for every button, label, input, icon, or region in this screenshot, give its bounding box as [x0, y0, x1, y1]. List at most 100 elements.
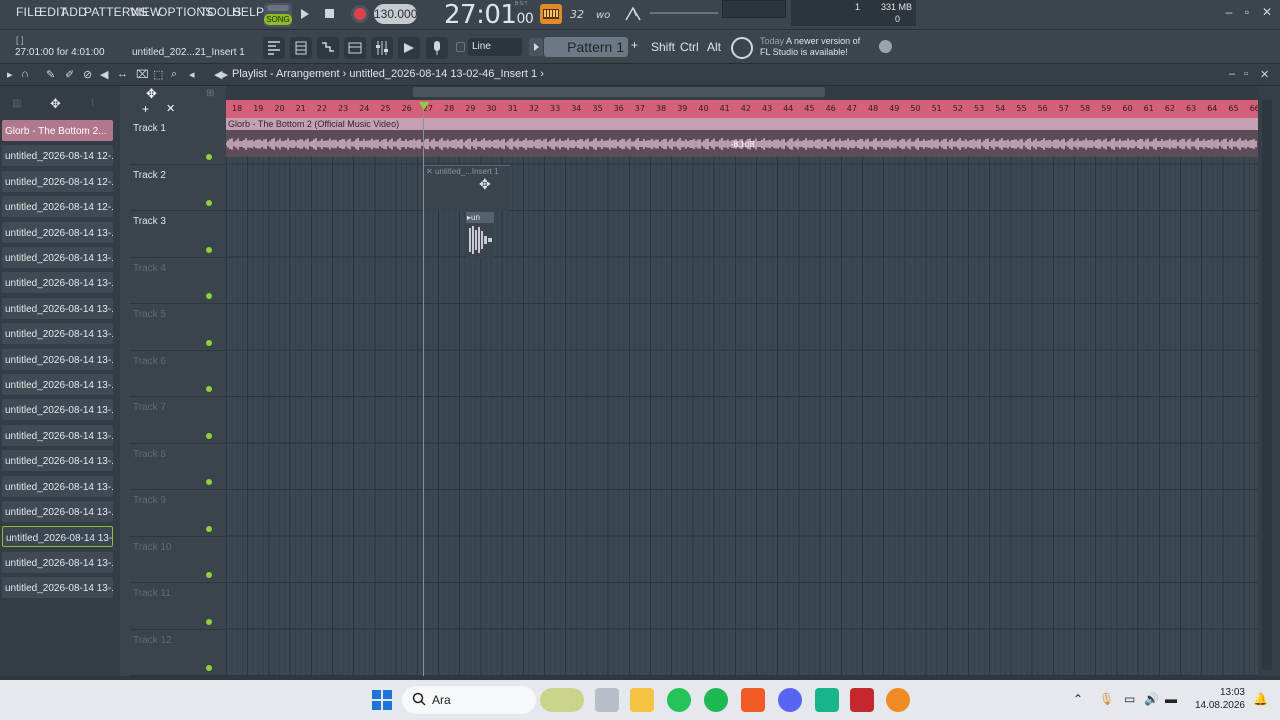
wait-for-input-icon[interactable]: wo	[594, 4, 616, 24]
stop-icon[interactable]	[325, 9, 334, 18]
whatsapp-icon[interactable]	[667, 688, 691, 712]
draw-tool-icon[interactable]: ✎	[46, 68, 55, 81]
minimize-icon[interactable]: –	[1220, 4, 1238, 20]
track-header[interactable]: Track 9	[130, 490, 226, 537]
menu-view[interactable]: VIEW	[130, 5, 161, 19]
add-track-icon[interactable]: +	[142, 102, 149, 116]
playlist-maximize-icon[interactable]: ▫	[1244, 68, 1248, 80]
horizontal-scroll-thumb[interactable]	[413, 87, 825, 97]
spotify-icon[interactable]	[704, 688, 728, 712]
track-header[interactable]: Track 6	[130, 351, 226, 397]
taskbar-search[interactable]: Ara	[402, 686, 584, 714]
clip-picker-item[interactable]: untitled_2026-08-14 13-...	[2, 475, 113, 497]
track-size-icon[interactable]: ⊞	[206, 88, 214, 99]
vertical-scroll-thumb[interactable]	[1262, 100, 1272, 670]
clip-picker-item[interactable]: untitled_2026-08-14 13-...	[2, 551, 113, 573]
record-button[interactable]	[349, 3, 371, 25]
track-mute-led[interactable]	[206, 153, 212, 160]
clip-picker-item[interactable]: untitled_2026-08-14 13-...	[2, 272, 113, 294]
play-arrow-icon[interactable]: ▸	[7, 68, 13, 81]
track-mute-led[interactable]	[206, 525, 212, 532]
track-header[interactable]: Track 1	[130, 118, 226, 165]
clip-picker-item[interactable]: untitled_2026-08-14 12-...	[2, 170, 113, 192]
track-tools-icon[interactable]: ✥	[146, 86, 157, 102]
clip-picker-item[interactable]: untitled_2026-08-14 13-...	[2, 247, 113, 268]
plugin-database-icon[interactable]	[398, 37, 420, 59]
playback-tool-icon[interactable]: ◂	[189, 68, 195, 81]
remove-track-icon[interactable]: ✕	[166, 102, 175, 115]
tray-overflow-icon[interactable]: ⌃	[1073, 692, 1083, 706]
taskbar-clock[interactable]: 13:03 14.08.2026	[1190, 686, 1245, 712]
track-header[interactable]: Track 3	[130, 211, 226, 258]
track-header[interactable]: Track 11	[130, 583, 226, 630]
track-header[interactable]: Track 8	[130, 444, 226, 490]
close-icon[interactable]: ✕	[1258, 4, 1276, 20]
track-header[interactable]: Track 12	[130, 630, 226, 676]
volume-icon[interactable]: 🔊	[1144, 692, 1159, 706]
magnet-icon[interactable]: ∩	[21, 68, 29, 80]
clip-picker-item[interactable]: untitled_2026-08-14 13-...	[2, 424, 113, 446]
step-edit-icon[interactable]: 32	[567, 4, 589, 24]
metronome-icon[interactable]	[622, 4, 644, 24]
task-view-icon[interactable]	[595, 688, 619, 712]
slip-tool-icon[interactable]: ↔	[117, 68, 128, 80]
news-icon[interactable]	[731, 37, 753, 59]
battery-icon[interactable]: ▬	[1165, 692, 1177, 706]
browser-icon[interactable]	[344, 37, 366, 59]
track-header[interactable]: Track 10	[130, 537, 226, 583]
brave-browser-icon[interactable]	[741, 688, 765, 712]
track-mute-led[interactable]	[206, 246, 212, 253]
playlist-minimize-icon[interactable]: –	[1229, 68, 1235, 80]
track-header[interactable]: Track 5	[130, 304, 226, 351]
tempo-display[interactable]: 130.000	[374, 4, 417, 24]
ctrl-key-button[interactable]: Ctrl	[680, 40, 699, 54]
app-icon[interactable]	[815, 688, 839, 712]
clip-picker-item[interactable]: untitled_2026-08-14 12-...	[2, 196, 113, 218]
clip-picker-item[interactable]: untitled_2026-08-14 13-...	[2, 450, 113, 472]
clip-picker-item[interactable]: untitled_2026-08-14 12-...	[2, 145, 113, 167]
pattern-song-toggle[interactable]: SONG	[264, 3, 292, 27]
clip-picker-item[interactable]: untitled_2026-08-14 13-...	[2, 221, 113, 243]
clip-picker-item[interactable]: untitled_2026-08-14 13-...	[2, 399, 113, 421]
track-mute-led[interactable]	[206, 200, 212, 206]
update-notice[interactable]: Today A newer version of FL Studio is av…	[760, 36, 860, 58]
pattern-selector[interactable]: Pattern 1	[544, 37, 628, 57]
add-pattern-button[interactable]: +	[631, 38, 638, 52]
clip-picker-item[interactable]: untitled_2026-08-14 13-...	[2, 348, 113, 370]
playlist-menu-arrow-icon[interactable]: ◀▸	[214, 68, 228, 81]
picker-brush-icon[interactable]: ⌇	[90, 98, 95, 109]
piano-roll-icon[interactable]	[317, 37, 339, 59]
track-mute-led[interactable]	[206, 432, 212, 439]
track-mute-led[interactable]	[206, 293, 212, 299]
channel-rack-icon[interactable]	[290, 37, 312, 59]
network-icon[interactable]: ▭	[1124, 692, 1135, 706]
globe-icon[interactable]	[879, 40, 892, 53]
maximize-icon[interactable]: ▫	[1238, 4, 1256, 20]
shift-key-button[interactable]: Shift	[651, 40, 675, 54]
track-mute-led[interactable]	[206, 665, 212, 671]
mute-tool-icon[interactable]: ◀	[100, 68, 108, 81]
track-mute-led[interactable]	[206, 339, 212, 346]
snap-selector[interactable]: Line	[468, 38, 522, 56]
microphone-icon[interactable]	[426, 37, 448, 59]
picker-move-icon[interactable]: ✥	[50, 96, 61, 112]
windows-start-icon[interactable]	[370, 688, 394, 712]
picker-view-icon[interactable]: ▥	[12, 98, 21, 109]
typing-keyboard-icon[interactable]	[540, 4, 562, 24]
audio-clip-insert-small[interactable]: ▸un	[466, 212, 494, 258]
file-explorer-icon[interactable]	[630, 688, 654, 712]
clip-picker-item[interactable]: Glorb - The Bottom 2...	[2, 120, 113, 141]
track-mute-led[interactable]	[206, 618, 212, 625]
ghost-clip-insert[interactable]: ✕ untitled_...Insert 1 ✥	[424, 165, 510, 211]
playhead-line[interactable]	[423, 102, 424, 676]
discord-icon[interactable]	[778, 688, 802, 712]
app-red-icon[interactable]	[850, 688, 874, 712]
track-header[interactable]: Track 7	[130, 397, 226, 444]
clip-picker-item[interactable]: untitled_2026-08-14 13-...	[2, 577, 113, 599]
play-icon[interactable]	[297, 6, 313, 22]
clip-picker-item[interactable]: untitled_2026-08-14 13-...	[2, 374, 113, 395]
delete-tool-icon[interactable]: ⊘	[83, 68, 92, 81]
paint-tool-icon[interactable]: ✐	[65, 68, 74, 81]
zoom-tool-icon[interactable]: ⌕	[171, 68, 177, 81]
microphone-tray-icon[interactable]: 🎙	[1099, 692, 1114, 706]
